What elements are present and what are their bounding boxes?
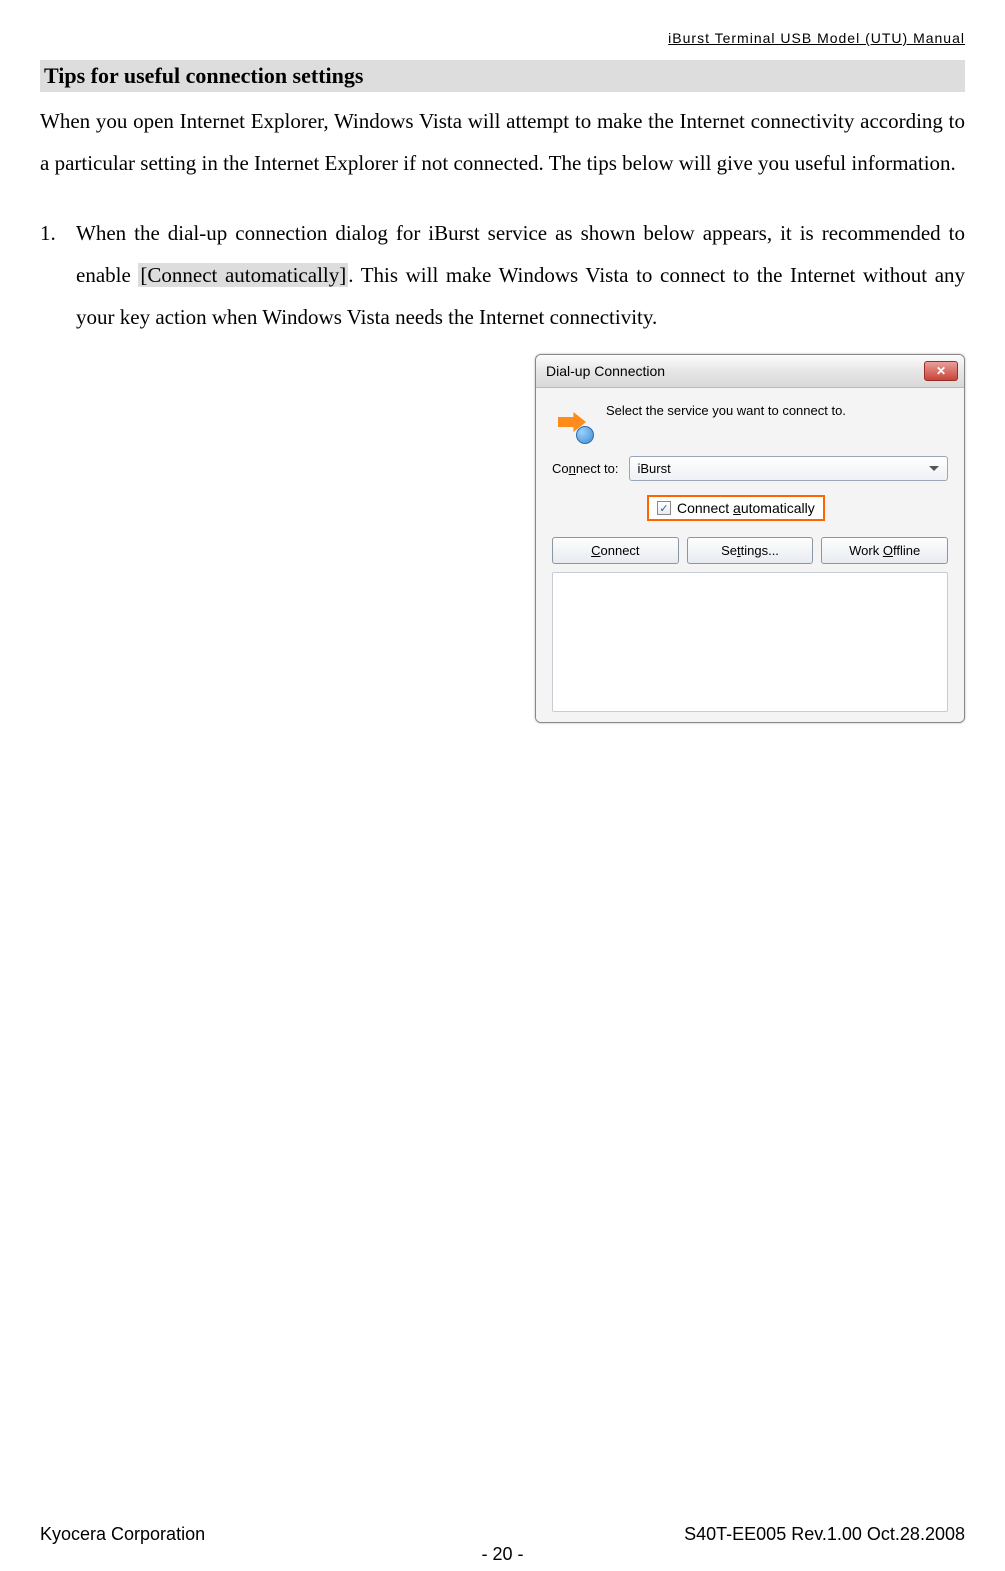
close-button[interactable]: ✕ xyxy=(924,361,958,381)
dialog-image-wrap: Dial-up Connection ✕ Select the service … xyxy=(40,354,965,723)
globe-icon xyxy=(576,426,594,444)
numbered-item: 1. When the dial-up connection dialog fo… xyxy=(40,212,965,338)
connect-automatically-highlight: ✓ Connect automatically xyxy=(647,495,825,521)
prompt-row: Select the service you want to connect t… xyxy=(552,402,948,442)
work-offline-button[interactable]: Work Offline xyxy=(821,537,948,564)
title-bar: Dial-up Connection ✕ xyxy=(536,355,964,388)
button-row: Connect Settings... Work Offline xyxy=(552,537,948,564)
prompt-text: Select the service you want to connect t… xyxy=(606,402,846,420)
checkbox-label: Connect automatically xyxy=(677,500,815,516)
dialup-dialog: Dial-up Connection ✕ Select the service … xyxy=(535,354,965,723)
select-value: iBurst xyxy=(638,461,671,476)
check-icon: ✓ xyxy=(659,502,668,515)
footer-right: S40T-EE005 Rev.1.00 Oct.28.2008 xyxy=(684,1524,965,1545)
dialog-body: Select the service you want to connect t… xyxy=(536,388,964,722)
chevron-down-icon xyxy=(929,466,939,471)
close-icon: ✕ xyxy=(936,364,946,378)
settings-button[interactable]: Settings... xyxy=(687,537,814,564)
connect-to-label: Connect to: xyxy=(552,461,619,476)
item-number: 1. xyxy=(40,212,76,338)
section-heading: Tips for useful connection settings xyxy=(40,60,965,92)
highlight-connect-automatically: [Connect automatically] xyxy=(138,263,348,287)
log-area xyxy=(552,572,948,712)
dialog-title: Dial-up Connection xyxy=(546,363,665,379)
connect-automatically-checkbox[interactable]: ✓ xyxy=(657,501,671,515)
page-footer: Kyocera Corporation S40T-EE005 Rev.1.00 … xyxy=(40,1524,965,1545)
arrow-globe-icon xyxy=(552,402,592,442)
doc-header: iBurst Terminal USB Model (UTU) Manual xyxy=(40,30,965,46)
item-text: When the dial-up connection dialog for i… xyxy=(76,212,965,338)
service-select[interactable]: iBurst xyxy=(629,456,949,481)
footer-left: Kyocera Corporation xyxy=(40,1524,205,1545)
page-number: - 20 - xyxy=(0,1544,1005,1565)
checkbox-row: ✓ Connect automatically xyxy=(552,495,948,521)
connect-button[interactable]: Connect xyxy=(552,537,679,564)
connect-to-row: Connect to: iBurst xyxy=(552,456,948,481)
intro-paragraph: When you open Internet Explorer, Windows… xyxy=(40,100,965,184)
